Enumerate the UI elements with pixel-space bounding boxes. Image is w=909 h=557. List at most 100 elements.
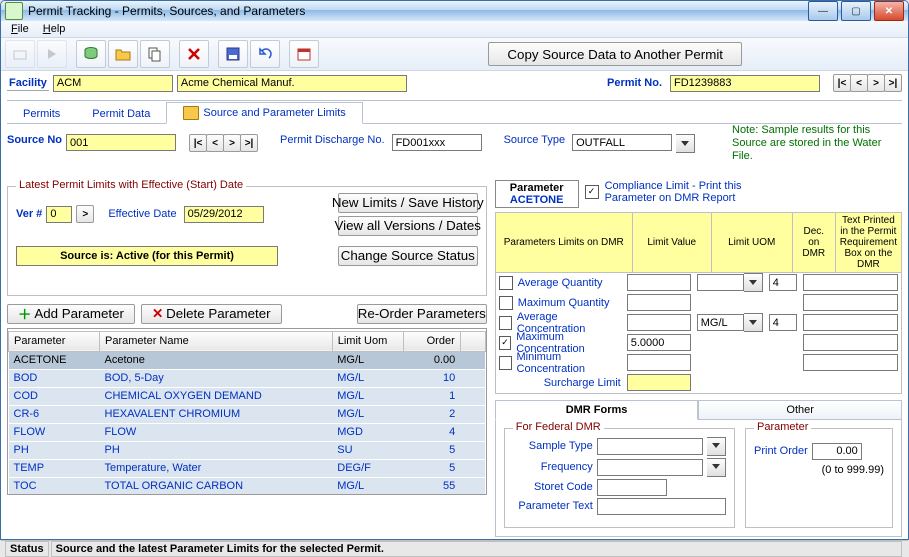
table-row[interactable]: PHPHSU5 [9, 441, 486, 459]
limit-label: Average Quantity [518, 277, 603, 289]
permit-next-button[interactable]: > [867, 74, 885, 92]
limit-label: Maximum Quantity [518, 297, 610, 309]
tab-source-limits-label: Source and Parameter Limits [203, 107, 345, 119]
eff-date-field[interactable]: 05/29/2012 [184, 206, 264, 223]
limit-checkbox[interactable]: ✓ [499, 336, 512, 350]
federal-dmr-title: For Federal DMR [513, 421, 604, 433]
permit-first-button[interactable]: |< [833, 74, 851, 92]
table-row[interactable]: TOCTOTAL ORGANIC CARBONMG/L55 [9, 477, 486, 495]
limit-uom-field[interactable]: MG/L [697, 314, 744, 331]
tab-permits[interactable]: Permits [7, 105, 76, 123]
source-next-button[interactable]: > [223, 134, 241, 152]
print-order-field[interactable]: 0.00 [812, 443, 862, 460]
view-all-button[interactable]: View all Versions / Dates [338, 216, 478, 236]
table-row[interactable]: ACETONEAcetoneMG/L0.00 [9, 351, 486, 369]
latest-limits-title: Latest Permit Limits with Effective (Sta… [16, 179, 246, 191]
limit-checkbox[interactable] [499, 356, 512, 370]
delete-parameter-button[interactable]: ✕ Delete Parameter [141, 304, 282, 324]
save-icon[interactable] [218, 40, 248, 68]
limit-text-field[interactable] [803, 334, 898, 351]
copy-source-button[interactable]: Copy Source Data to Another Permit [488, 42, 742, 66]
source-first-button[interactable]: |< [189, 134, 207, 152]
new-limits-button[interactable]: New Limits / Save History [338, 193, 478, 213]
calendar-icon[interactable] [289, 40, 319, 68]
table-row[interactable]: TEMPTemperature, WaterDEG/F5 [9, 459, 486, 477]
table-row[interactable]: FLOWFLOWMGD4 [9, 423, 486, 441]
limit-uom-dropdown[interactable] [744, 313, 763, 332]
sample-type-dropdown[interactable] [707, 437, 726, 456]
facility-label: Facility [7, 76, 49, 91]
surcharge-field[interactable] [627, 374, 691, 391]
source-last-button[interactable]: >| [240, 134, 258, 152]
limit-text-field[interactable] [803, 354, 898, 371]
limit-text-field[interactable] [803, 274, 898, 291]
permit-discharge-label: Permit Discharge No. [280, 134, 385, 146]
permit-discharge-field[interactable]: FD001xxx [392, 134, 482, 151]
col-parameter[interactable]: Parameter [9, 331, 100, 351]
limit-value-field[interactable] [627, 354, 691, 371]
print-order-label: Print Order [754, 445, 808, 457]
limit-dec-field[interactable]: 4 [769, 274, 797, 291]
permit-prev-button[interactable]: < [850, 74, 868, 92]
limit-value-field[interactable] [627, 314, 691, 331]
ver-next-button[interactable]: > [76, 205, 94, 223]
source-no-field[interactable]: 001 [66, 134, 176, 151]
table-row[interactable]: CR-6HEXAVALENT CHROMIUMMG/L2 [9, 405, 486, 423]
limit-value-field[interactable]: 5.0000 [627, 334, 691, 351]
tab-source-limits[interactable]: Source and Parameter Limits [166, 102, 362, 124]
facility-code-field[interactable]: ACM [53, 75, 173, 92]
compliance-checkbox[interactable]: ✓ [585, 185, 599, 199]
print-order-range: (0 to 999.99) [754, 464, 884, 476]
permit-no-field[interactable]: FD1239883 [670, 75, 820, 92]
limit-label: Minimum Concentration [517, 351, 621, 375]
table-row[interactable]: BODBOD, 5-DayMG/L10 [9, 369, 486, 387]
tab-other[interactable]: Other [698, 400, 902, 420]
reorder-parameters-button[interactable]: Re-Order Parameters [357, 304, 487, 324]
source-type-dropdown[interactable] [676, 134, 695, 153]
limit-value-field[interactable] [627, 274, 691, 291]
tab-permit-data[interactable]: Permit Data [76, 105, 166, 123]
param-text-field[interactable] [597, 498, 726, 515]
toolbar-btn-2[interactable] [37, 40, 67, 68]
change-status-button[interactable]: Change Source Status [338, 246, 478, 266]
database-icon[interactable] [76, 40, 106, 68]
add-parameter-button[interactable]: ＋ Add Parameter [7, 304, 135, 324]
source-prev-button[interactable]: < [206, 134, 224, 152]
tab-dmr-forms[interactable]: DMR Forms [495, 400, 699, 420]
source-type-field[interactable]: OUTFALL [572, 134, 672, 151]
sample-type-field[interactable] [597, 438, 703, 455]
limit-uom-dropdown[interactable] [744, 273, 763, 292]
col-order[interactable]: Order [403, 331, 460, 351]
limit-checkbox[interactable] [499, 296, 513, 310]
delete-icon[interactable] [179, 40, 209, 68]
maximize-button[interactable]: ▢ [841, 1, 871, 21]
menu-file[interactable]: File [7, 21, 33, 37]
plus-icon: ＋ [18, 304, 31, 323]
frequency-field[interactable] [597, 459, 703, 476]
surcharge-label: Surcharge Limit [544, 377, 621, 389]
toolbar-btn-1[interactable] [5, 40, 35, 68]
open-folder-icon[interactable] [108, 40, 138, 68]
sample-type-label: Sample Type [513, 440, 593, 452]
limit-dec-field[interactable]: 4 [769, 314, 797, 331]
undo-icon[interactable] [250, 40, 280, 68]
storet-field[interactable] [597, 479, 667, 496]
ver-field[interactable]: 0 [46, 206, 72, 223]
parameter-table[interactable]: Parameter Parameter Name Limit Uom Order… [7, 328, 487, 495]
limit-text-field[interactable] [803, 314, 898, 331]
frequency-dropdown[interactable] [707, 458, 726, 477]
col-uom[interactable]: Limit Uom [332, 331, 403, 351]
copy-icon[interactable] [140, 40, 170, 68]
menu-help[interactable]: Help [39, 21, 70, 37]
table-row[interactable]: CODCHEMICAL OXYGEN DEMANDMG/L1 [9, 387, 486, 405]
limit-value-field[interactable] [627, 294, 691, 311]
permit-last-button[interactable]: >| [884, 74, 902, 92]
col-name[interactable]: Parameter Name [100, 331, 333, 351]
limit-checkbox[interactable] [499, 316, 512, 330]
limit-checkbox[interactable] [499, 276, 513, 290]
minimize-button[interactable]: — [808, 1, 838, 21]
close-button[interactable]: ✕ [874, 1, 904, 21]
limit-uom-field[interactable] [697, 274, 744, 291]
limit-text-field[interactable] [803, 294, 898, 311]
storet-label: Storet Code [513, 481, 593, 493]
